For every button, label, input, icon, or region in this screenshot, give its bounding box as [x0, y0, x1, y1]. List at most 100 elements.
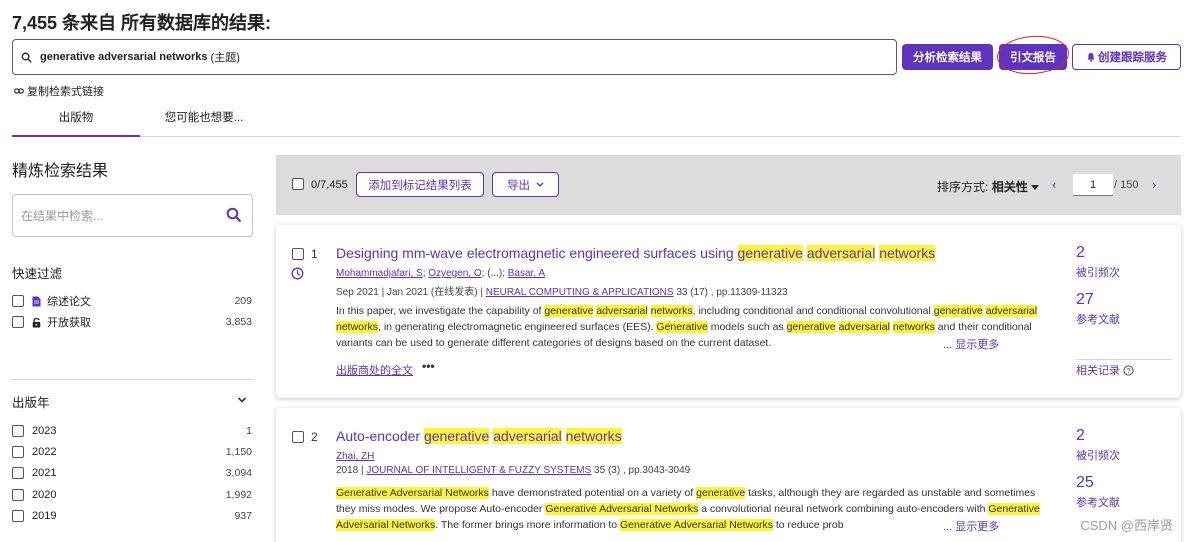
- year-filter-2020[interactable]: 2020 1,992: [12, 487, 252, 503]
- year-filter-2023[interactable]: 2023 1: [12, 423, 252, 439]
- search-icon: [21, 52, 32, 63]
- related-records-link[interactable]: 相关记录?: [1076, 362, 1134, 378]
- citation-report-button[interactable]: 引文报告: [999, 44, 1067, 70]
- times-cited-count[interactable]: 2: [1076, 427, 1085, 445]
- show-more-link[interactable]: ... 显示更多: [943, 518, 999, 534]
- author-link[interactable]: Mohammadjafari, S: [336, 268, 423, 279]
- title-highlight: adversarial: [493, 428, 562, 444]
- year-label: 2023: [32, 425, 57, 437]
- lock-open-icon: [32, 317, 41, 327]
- related-records-label: 相关记录: [1076, 365, 1120, 377]
- link-icon: [14, 88, 24, 94]
- selected-count: 0/7,455: [311, 179, 348, 191]
- year-label: 2022: [32, 446, 57, 458]
- record-source: 2018 | JOURNAL OF INTELLIGENT & FUZZY SY…: [336, 465, 691, 476]
- title-text: Auto-encoder: [336, 428, 424, 444]
- previous-page-icon[interactable]: ‹: [1052, 177, 1056, 192]
- author-link[interactable]: Basar, A: [508, 268, 545, 279]
- watermark-text: CSDN @西岸贤: [1080, 518, 1173, 533]
- author-link[interactable]: Zhai, ZH: [336, 451, 374, 462]
- journal-link[interactable]: JOURNAL OF INTELLIGENT & FUZZY SYSTEMS: [366, 465, 591, 476]
- bell-icon: [1087, 53, 1095, 62]
- title-highlight: generative: [423, 428, 490, 444]
- title-highlight: networks: [879, 245, 936, 261]
- record-number: 1: [311, 247, 318, 261]
- references-count[interactable]: 25: [1076, 474, 1094, 492]
- year-filter-2022[interactable]: 2022 1,150: [12, 444, 252, 460]
- tab-you-may-also-like[interactable]: 您可能也想要...: [150, 104, 258, 137]
- refine-results-title: 精炼检索结果: [12, 163, 109, 180]
- chevron-down-icon: [536, 182, 544, 187]
- record-number: 2: [311, 430, 318, 444]
- year-label: 2021: [32, 467, 57, 479]
- year-count: 1: [246, 425, 252, 437]
- checkbox[interactable]: [12, 425, 24, 437]
- times-cited-count[interactable]: 2: [1076, 244, 1085, 262]
- metric-divider: [1076, 359, 1172, 360]
- year-count: 1,992: [225, 489, 252, 501]
- checkbox[interactable]: [12, 467, 24, 479]
- caret-down-icon: [1031, 185, 1040, 190]
- title-highlight: networks: [565, 428, 622, 444]
- full-text-link[interactable]: 出版商处的全文: [336, 362, 413, 378]
- title-highlight: generative: [737, 245, 803, 261]
- help-icon[interactable]: ?: [1123, 364, 1134, 376]
- search-query-field[interactable]: generative adversarial networks (主题): [12, 39, 897, 75]
- journal-link[interactable]: NEURAL COMPUTING & APPLICATIONS: [486, 287, 674, 298]
- checkbox[interactable]: [12, 510, 24, 522]
- page-number-input[interactable]: 1: [1073, 174, 1113, 196]
- record-checkbox[interactable]: [292, 248, 304, 260]
- document-icon: [32, 296, 41, 306]
- quick-filter-review[interactable]: 综述论文 209: [12, 293, 252, 309]
- times-cited-label: 被引频次: [1076, 450, 1120, 462]
- analyze-results-button[interactable]: 分析检索结果: [902, 44, 993, 70]
- select-all-checkbox[interactable]: [292, 178, 304, 190]
- author-link[interactable]: Ozyegen, O: [428, 268, 481, 279]
- add-to-marked-list-button[interactable]: 添加到标记结果列表: [356, 172, 484, 197]
- search-icon[interactable]: [226, 207, 242, 223]
- record-title-link[interactable]: Auto-encoder generative adversarial netw…: [336, 428, 622, 444]
- record-title-link[interactable]: Designing mm-wave electromagnetic engine…: [336, 245, 936, 261]
- record-date: Sep 2021 | Jan 2021 (在线发表): [336, 287, 478, 298]
- refine-search-placeholder: 在结果中检索...: [21, 209, 104, 223]
- record-volume: 35 (3) , pp.3043-3049: [594, 465, 691, 476]
- year-filter-2019[interactable]: 2019 937: [12, 508, 252, 524]
- author-ellipsis[interactable]: (...): [487, 268, 502, 279]
- times-cited-label: 被引频次: [1076, 267, 1120, 279]
- checkbox[interactable]: [12, 295, 24, 307]
- create-alert-button[interactable]: 创建跟踪服务: [1072, 44, 1181, 70]
- export-button[interactable]: 导出: [492, 172, 559, 197]
- quick-filter-count: 209: [234, 295, 252, 307]
- quick-filter-open-access[interactable]: 开放获取 3,853: [12, 314, 252, 330]
- sort-prefix: 排序方式:: [937, 180, 989, 194]
- quick-filter-title: 快速过滤: [12, 267, 63, 281]
- record-checkbox[interactable]: [292, 431, 304, 443]
- search-query-text: generative adversarial networks: [40, 51, 208, 63]
- next-page-icon[interactable]: ›: [1152, 177, 1156, 192]
- references-count[interactable]: 27: [1076, 291, 1094, 309]
- results-count-title: 7,455 条来自 所有数据库的结果:: [12, 13, 272, 33]
- checkbox[interactable]: [12, 446, 24, 458]
- chevron-down-icon[interactable]: [237, 396, 247, 404]
- references-label: 参考文献: [1076, 497, 1120, 509]
- quick-filter-label: 开放获取: [47, 317, 91, 329]
- show-more-link[interactable]: ... 显示更多: [943, 336, 999, 352]
- copy-query-link[interactable]: 复制检索式链接: [14, 83, 104, 99]
- year-count: 1,150: [225, 446, 252, 458]
- record-authors: Mohammadjafari, S; Ozyegen, O; (...); Ba…: [336, 268, 545, 279]
- export-label: 导出: [507, 179, 530, 192]
- refine-search-input[interactable]: 在结果中检索...: [12, 194, 253, 237]
- more-options-icon[interactable]: •••: [422, 359, 435, 373]
- checkbox[interactable]: [12, 489, 24, 501]
- year-count: 937: [234, 510, 252, 522]
- record-date: 2018: [336, 465, 359, 476]
- references-label: 参考文献: [1076, 314, 1120, 326]
- sort-value: 相关性: [991, 180, 1028, 194]
- year-filter-2021[interactable]: 2021 3,094: [12, 465, 252, 481]
- year-label: 2019: [32, 510, 57, 522]
- sort-by-dropdown[interactable]: 排序方式: 相关性: [937, 178, 1040, 195]
- copy-link-label: 复制检索式链接: [27, 86, 104, 98]
- tab-publications[interactable]: 出版物: [12, 104, 140, 137]
- record-source: Sep 2021 | Jan 2021 (在线发表) | NEURAL COMP…: [336, 287, 788, 298]
- checkbox[interactable]: [12, 316, 24, 328]
